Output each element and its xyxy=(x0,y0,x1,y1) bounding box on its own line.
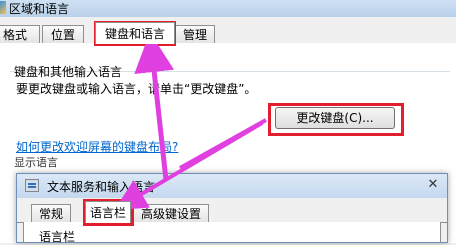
keyboard-info-text: 要更改键盘或输入语言，请单击“更改键盘”。 xyxy=(16,82,257,96)
window-title: 区域和语言 xyxy=(9,2,70,16)
dialog-body: 语言栏 xyxy=(23,222,441,244)
tab-admin[interactable]: 管理 xyxy=(175,25,215,43)
dialog-tab-advanced-key[interactable]: 高级键设置 xyxy=(133,204,209,222)
welcome-keyboard-help-link[interactable]: 如何更改欢迎屏幕的键盘布局? xyxy=(16,138,178,155)
display-language-group-title: 显示语言 xyxy=(14,156,58,169)
dialog-tab-language-bar[interactable]: 语言栏 xyxy=(85,201,131,223)
tab-location[interactable]: 位置 xyxy=(42,25,84,43)
tab-keyboard-language[interactable]: 键盘和语言 xyxy=(95,22,175,44)
language-bar-group-title: 语言栏 xyxy=(39,230,76,244)
text-services-dialog: 文本服务和输入语言 ✕ 常规 语言栏 高级键设置 语言栏 xyxy=(16,173,448,244)
change-keyboard-button[interactable]: 更改键盘(C)... xyxy=(275,107,395,129)
dialog-title: 文本服务和输入语言 xyxy=(47,180,156,194)
window-app-icon xyxy=(0,1,6,14)
tab-format[interactable]: 格式 xyxy=(0,25,40,43)
dialog-tab-general[interactable]: 常规 xyxy=(31,204,71,222)
keyboard-group-title: 键盘和其他输入语言 xyxy=(14,65,123,79)
dialog-titlebar: 文本服务和输入语言 ✕ xyxy=(17,174,447,198)
close-icon[interactable]: ✕ xyxy=(424,176,442,194)
window-titlebar: 区域和语言 xyxy=(0,0,456,17)
keyboard-icon xyxy=(25,179,39,192)
dialog-tab-strip xyxy=(17,198,447,223)
